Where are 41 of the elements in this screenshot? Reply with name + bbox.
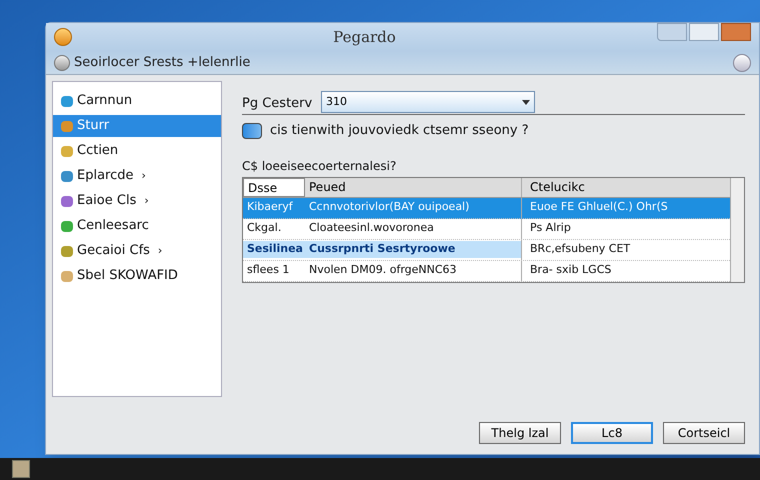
profile-dropdown[interactable]: 310	[321, 91, 535, 113]
address-text: Seoirlocer Srests +lelenrlie	[74, 54, 250, 72]
column-header[interactable]: Peued	[305, 178, 521, 196]
checkbox-label: cis tienwith jouvoviedk ctsemr sseony ?	[270, 122, 529, 140]
table-row[interactable]: Sesilinea Cussrpnrti Sesrtyroowe BRc,efsubeny CET	[243, 240, 730, 260]
submenu-arrow-icon: ›	[142, 168, 146, 184]
sidebar-item[interactable]: Cctien	[53, 140, 221, 162]
sidebar-item[interactable]: Eaioe Cls ›	[53, 190, 221, 212]
dialog-button[interactable]: Lc8	[571, 422, 653, 444]
window-title: Pegardo	[333, 26, 396, 48]
scrollbar[interactable]	[730, 178, 744, 282]
dialog-button[interactable]: Cortseicl	[663, 422, 745, 444]
table-row[interactable]: Ckgal. Cloateesinl.wovoroneа Ps Alrip	[243, 218, 730, 240]
app-taskbar-icon[interactable]	[12, 460, 30, 478]
submenu-arrow-icon: ›	[158, 242, 162, 260]
sidebar-item[interactable]: Sbel SKOWAFID	[53, 265, 221, 287]
caret-icon	[522, 100, 530, 104]
minimize-button[interactable]	[689, 23, 719, 41]
sidebar-item[interactable]: Cenleesarc	[53, 215, 221, 237]
table-cell: Sesilinea	[243, 241, 305, 258]
table-cell-text: sflees 1	[246, 262, 290, 278]
profile-label: Pg Cesterv	[242, 94, 314, 112]
sidebar-item[interactable]: Carnnun	[53, 90, 221, 112]
table-cell-text: Kibaeryf	[246, 199, 294, 216]
dialog-button[interactable]: Thelg lzal	[479, 422, 561, 444]
close-button[interactable]	[721, 23, 751, 41]
sidebar-item[interactable]: Sturr	[53, 115, 221, 137]
list-label: C$ loeeiseecoerternalesi?	[242, 158, 398, 174]
sidebar-item[interactable]: Gecaioi Cfs ›	[53, 240, 221, 262]
table-cell: Cussrpnrti Sesrtyroowe	[305, 241, 521, 258]
table-row[interactable]: sflees 1 Nvolen DM09. ofrgeNNC63 Bra- sxib LGCS	[243, 260, 730, 282]
table-cell-text: Ckgal.	[246, 220, 282, 236]
table-cell-text: Cloateesinl.wovoroneа	[308, 220, 435, 236]
sidebar-item[interactable]: Eplarcde ›	[53, 165, 221, 187]
table-cell-text: Nvolen DM09. ofrgeNNC63	[308, 262, 458, 278]
app-orb-icon	[54, 28, 72, 46]
checkbox[interactable]	[242, 122, 262, 139]
table-cell-text: Ccnnvotorivlor(BAY ouipoeal)	[308, 199, 470, 216]
column-header[interactable]: Dsse	[243, 178, 305, 196]
restore-button[interactable]	[657, 23, 687, 41]
submenu-arrow-icon: ›	[144, 192, 149, 210]
